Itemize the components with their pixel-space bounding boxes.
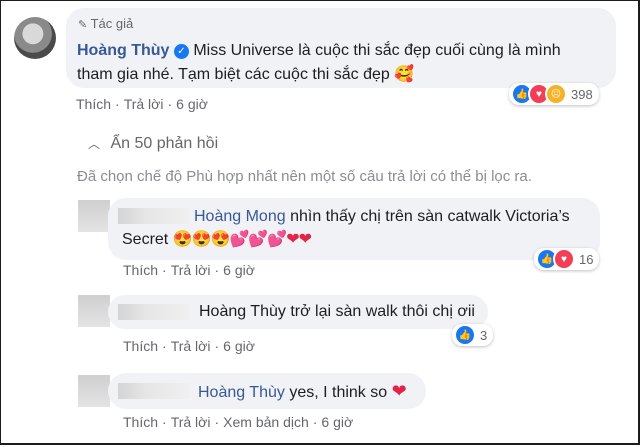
like-link[interactable]: Thích: [123, 262, 158, 278]
love-reaction-icon: ♥: [553, 248, 575, 270]
reply-link[interactable]: Trả lời: [171, 338, 211, 354]
reply1-blurred-name: [118, 208, 190, 224]
timestamp[interactable]: 6 giờ: [176, 96, 208, 112]
reply2-reaction-count: 3: [480, 327, 488, 343]
like-link[interactable]: Thích: [123, 414, 158, 430]
reply1-text-line1: nhìn thấy chị trên sàn catwalk Victoria’…: [290, 208, 570, 225]
verified-badge-icon: ✓: [173, 44, 189, 59]
post-text-line1: Miss Universe là cuộc thi sắc đẹp cuối c…: [193, 42, 561, 59]
author-tag-label: Tác giả: [90, 16, 134, 31]
reply2-reactions[interactable]: 👍 3: [452, 324, 494, 346]
hide-replies-toggle[interactable]: ︿ Ẩn 50 phản hồi: [88, 135, 218, 153]
post-actions: Thích · Trả lời · 6 giờ: [76, 96, 208, 112]
reply1-emojis: 😍😍😍💕💕💕❤❤: [172, 231, 312, 248]
reply1-avatar[interactable]: [78, 200, 110, 232]
reply3-name[interactable]: Hoàng Thùy: [198, 384, 285, 401]
reply3-text: yes, I think so: [289, 384, 388, 401]
smiling-hearts-emoji: 🥰: [394, 66, 415, 83]
reply2-blurred-name: [118, 304, 190, 320]
reply1-actions: Thích · Trả lời · 6 giờ: [123, 262, 255, 278]
reply1-name[interactable]: Hoàng Mong: [194, 208, 286, 225]
author-avatar[interactable]: [14, 17, 56, 59]
reply3-actions: Thích · Trả lời · Xem bản dịch · 6 giờ: [123, 414, 354, 430]
post-reactions[interactable]: 👍 ♥ ☹ 398: [509, 83, 599, 105]
like-link[interactable]: Thích: [76, 96, 111, 112]
translate-link[interactable]: Xem bản dịch: [223, 414, 309, 430]
author-tag-icon: ✎: [78, 19, 88, 31]
reply1-line1: Hoàng Mong nhìn thấy chị trên sàn catwal…: [194, 205, 570, 229]
chevron-up-icon: ︿: [88, 137, 101, 151]
post-text-line2: tham gia nhé. Tạm biệt các cuộc thi sắc …: [77, 66, 390, 83]
post-comment-line1: Hoàng Thùy ✓ Miss Universe là cuộc thi s…: [77, 39, 561, 63]
sad-reaction-icon: ☹: [545, 83, 567, 105]
reply2-avatar[interactable]: [78, 295, 110, 327]
reply2-text: Hoàng Thùy trở lại sàn walk thôi chị ơii: [199, 303, 475, 320]
reply3-line: Hoàng Thùy yes, I think so ❤: [198, 379, 407, 405]
author-name[interactable]: Hoàng Thùy: [77, 42, 169, 59]
timestamp[interactable]: 6 giờ: [223, 262, 255, 278]
like-reaction-icon: 👍: [454, 324, 476, 346]
reply3-blurred-name: [118, 383, 190, 399]
timestamp[interactable]: 6 giờ: [321, 414, 353, 430]
author-tag: ✎ Tác giả: [78, 16, 133, 31]
hide-replies-label: Ẩn 50 phản hồi: [110, 135, 219, 152]
reply1-line2: Secret 😍😍😍💕💕💕❤❤: [122, 228, 312, 252]
reply3-avatar[interactable]: [78, 375, 110, 407]
reply2-actions: Thích · Trả lời · 6 giờ: [123, 338, 255, 354]
filter-notice: Đã chọn chế độ Phù hợp nhất nên một số c…: [77, 168, 532, 185]
reply1-reaction-count: 16: [579, 251, 594, 267]
timestamp[interactable]: 6 giờ: [223, 338, 255, 354]
red-heart-emoji: ❤: [391, 381, 407, 401]
reply-link[interactable]: Trả lời: [124, 96, 164, 112]
post-comment-line2: tham gia nhé. Tạm biệt các cuộc thi sắc …: [77, 63, 414, 87]
reply1-reactions[interactable]: 👍 ♥ 16: [534, 248, 600, 270]
reply1-text-line2: Secret: [122, 231, 169, 248]
reply-link[interactable]: Trả lời: [171, 262, 211, 278]
post-reaction-count: 398: [571, 86, 593, 102]
reply-link[interactable]: Trả lời: [171, 414, 211, 430]
like-link[interactable]: Thích: [123, 338, 158, 354]
